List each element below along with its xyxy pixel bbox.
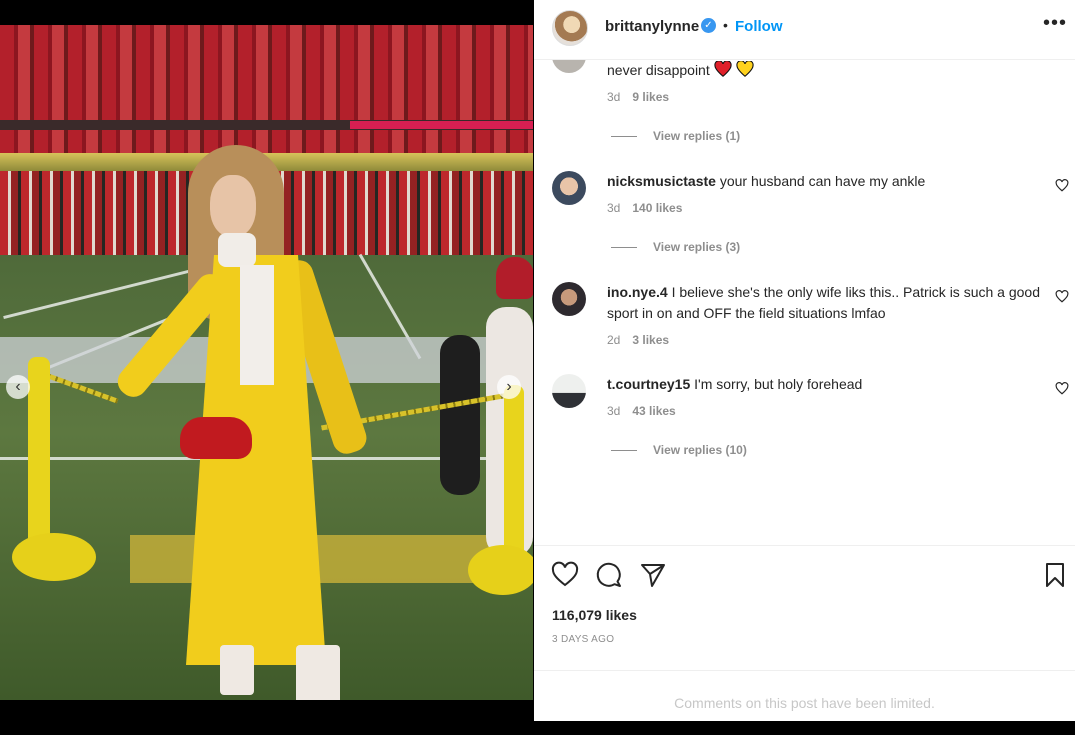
comment-body: I believe she's the only wife liks this.… [607,284,1040,321]
stadium-stands [0,25,533,165]
comment-meta: 2d 3 likes [607,333,669,347]
post-username[interactable]: brittanylynne [605,18,699,35]
comments-limited-notice: Comments on this post have been limited. [534,670,1075,722]
separator: • [723,17,728,33]
comment-text: never disappoint [607,60,1047,81]
comment-age: 3d [607,404,621,418]
red-handbag [180,417,252,459]
white-sweater [240,265,274,385]
comment-age: 3d [607,201,621,215]
comment-bubble-icon[interactable] [595,561,623,589]
comment-text: t.courtney15 I'm sorry, but holy forehea… [607,374,1047,395]
white-trousers [220,645,254,695]
view-replies-label: View replies (10) [653,443,747,457]
comment-username[interactable]: nicksmusictaste [607,173,716,189]
comment-meta: 3d 43 likes [607,404,676,418]
divider [611,450,637,452]
red-heart-icon [714,61,732,77]
woman-in-yellow-coat [70,145,410,700]
comment-text: nicksmusictaste your husband can have my… [607,171,1047,192]
stadium-banner-red [350,121,533,129]
view-replies-button[interactable]: View replies (1) [611,129,740,143]
avatar[interactable] [552,171,586,205]
comments-list[interactable]: never disappoint 3d 9 likes View replies … [534,60,1075,544]
comment-likes[interactable]: 9 likes [632,90,669,104]
comment-likes[interactable]: 3 likes [632,333,669,347]
comment-body: your husband can have my ankle [719,173,926,189]
stanchion-base [468,545,533,595]
avatar[interactable] [552,60,586,73]
face [210,175,256,237]
turtleneck [218,233,256,267]
follow-button[interactable]: Follow [735,18,783,35]
post-photo[interactable]: ‹ › [0,25,533,700]
view-replies-label: View replies (3) [653,240,741,254]
likes-count[interactable]: 116,079 likes [552,607,637,623]
divider [611,136,637,138]
like-comment-heart-icon[interactable] [1055,179,1069,192]
comment-meta: 3d 9 likes [607,90,669,104]
comment-body: never disappoint [607,62,710,78]
comment-likes[interactable]: 43 likes [632,404,675,418]
avatar[interactable] [552,10,588,46]
view-replies-label: View replies (1) [653,129,741,143]
comment-text: ino.nye.4 I believe she's the only wife … [607,282,1047,324]
comment-age: 3d [607,90,621,104]
post-timestamp: 3 DAYS AGO [552,634,615,645]
avatar[interactable] [552,374,586,408]
more-options-icon[interactable]: ••• [1043,12,1067,35]
post-actions: 116,079 likes 3 DAYS AGO [534,545,1075,671]
divider [611,247,637,249]
like-comment-heart-icon[interactable] [1055,382,1069,395]
child-hat [496,257,533,299]
comment-meta: 3d 140 likes [607,201,682,215]
comment-body: I'm sorry, but holy forehead [694,376,863,392]
dog [440,335,480,495]
heart-outline-icon[interactable] [551,561,579,589]
post-header: brittanylynne ✓ • Follow ••• [534,0,1075,60]
avatar[interactable] [552,282,586,316]
view-replies-button[interactable]: View replies (10) [611,443,747,457]
comment-age: 2d [607,333,621,347]
comment-likes[interactable]: 140 likes [632,201,682,215]
view-replies-button[interactable]: View replies (3) [611,240,740,254]
chevron-left-icon[interactable]: ‹ [6,375,30,399]
bookmark-icon[interactable] [1041,561,1069,589]
yellow-heart-icon [735,61,754,77]
verified-badge-icon: ✓ [701,18,716,33]
white-trousers [296,645,340,700]
comment-username[interactable]: ino.nye.4 [607,284,668,300]
chevron-right-icon[interactable]: › [497,375,521,399]
comment-username[interactable]: t.courtney15 [607,376,690,392]
like-comment-heart-icon[interactable] [1055,290,1069,303]
paper-plane-icon[interactable] [639,561,667,589]
post-details-panel: brittanylynne ✓ • Follow ••• never disap… [534,0,1075,721]
